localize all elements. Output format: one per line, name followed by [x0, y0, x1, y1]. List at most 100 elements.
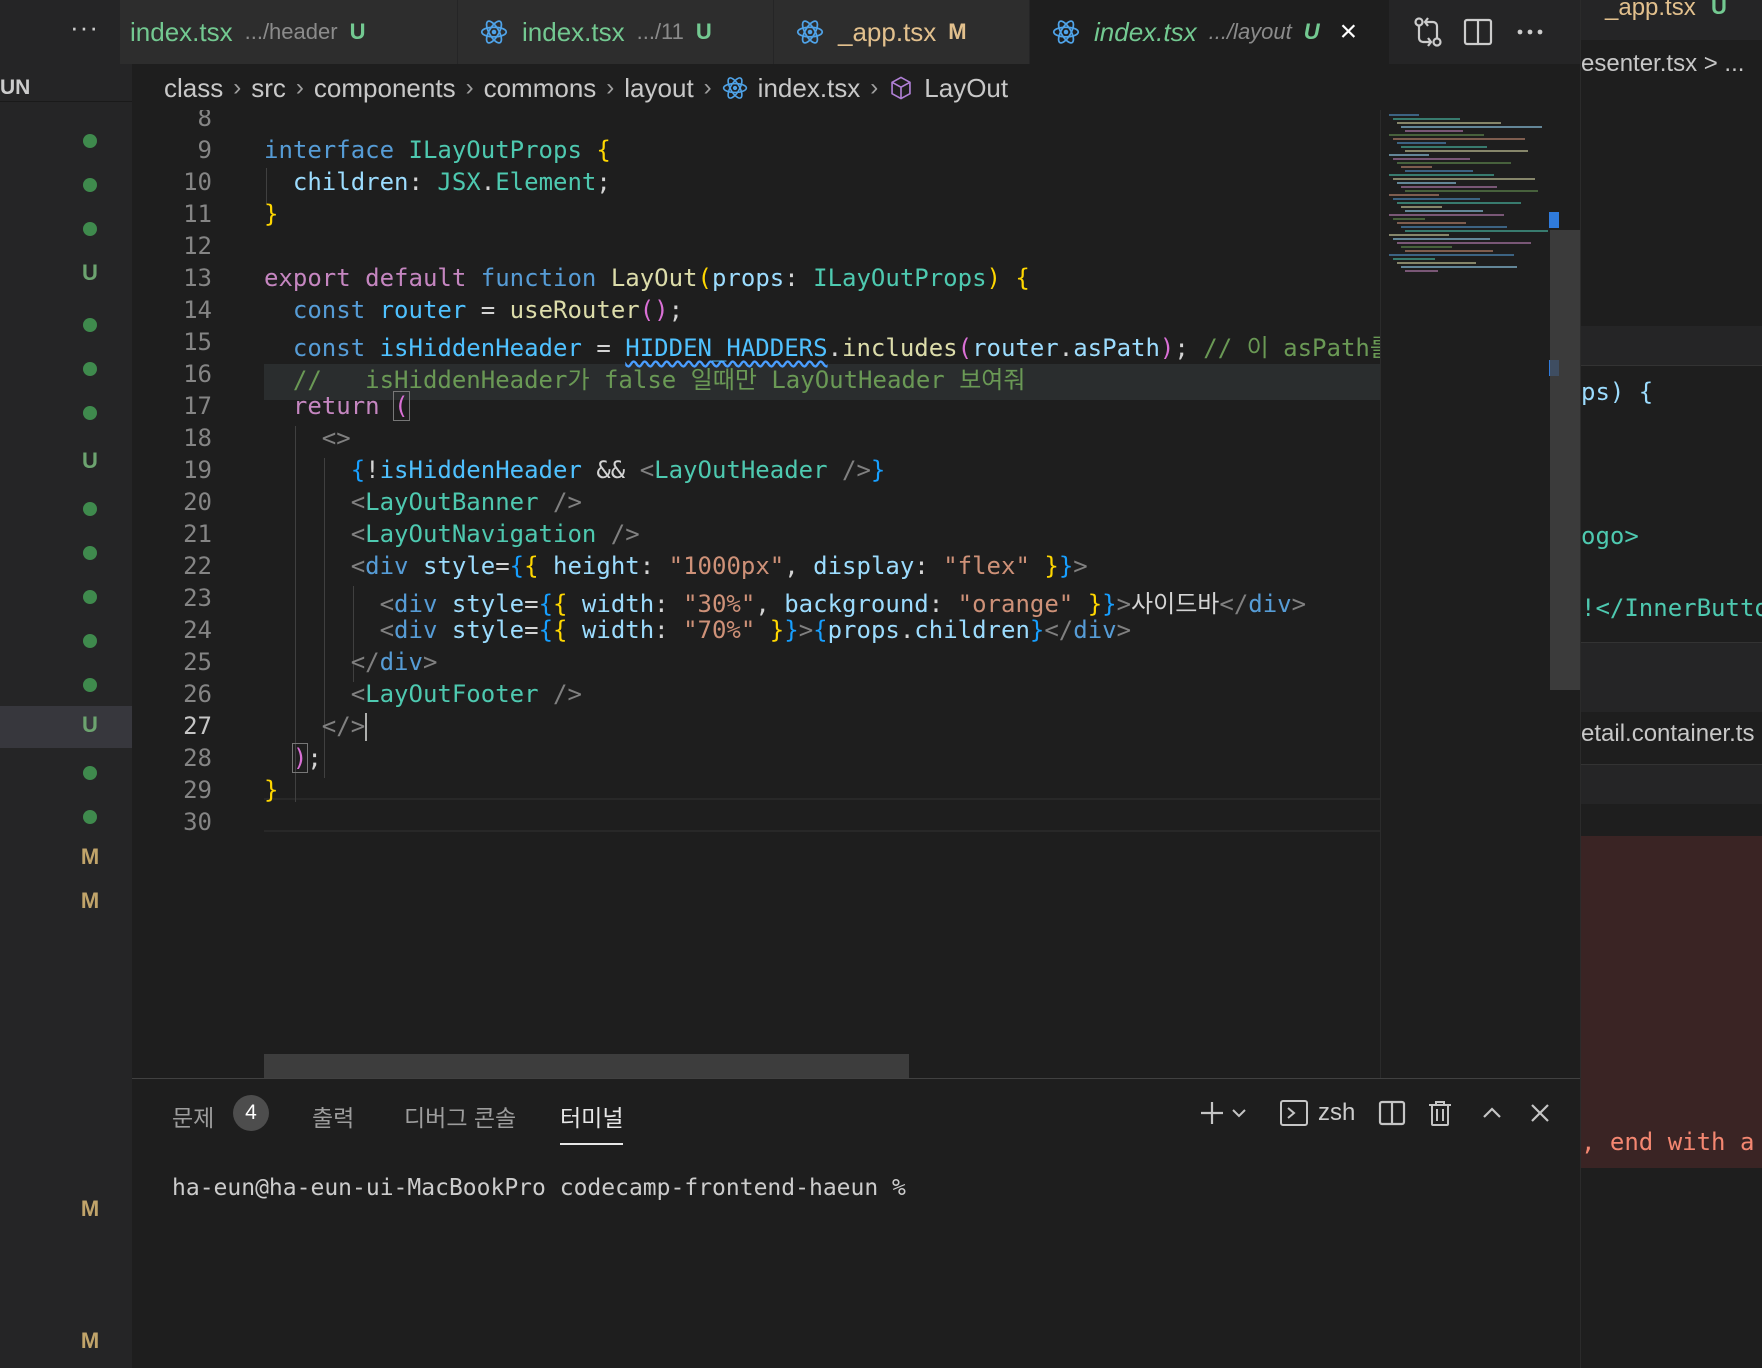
explorer-selected-row[interactable] [0, 706, 132, 748]
git-status-badge: M [80, 1328, 100, 1353]
tab-dir: .../header [244, 19, 338, 44]
line-number: 17 [183, 392, 212, 420]
plus-icon[interactable] [1196, 1097, 1228, 1129]
breadcrumb-item[interactable]: layout [624, 73, 693, 104]
minimap[interactable] [1380, 110, 1559, 1078]
tab-status-badge: U [349, 19, 366, 44]
git-change-dot-icon [83, 590, 97, 604]
text-cursor [365, 713, 368, 741]
minimap-line [1389, 174, 1494, 176]
tab-label: index.tsx [1094, 16, 1197, 47]
chevron-right-icon: › [870, 74, 879, 101]
chevron-up-icon[interactable] [1476, 1097, 1508, 1129]
horizontal-scrollbar[interactable] [264, 1054, 909, 1078]
minimap-line [1393, 118, 1460, 120]
cursor-line-highlight [264, 798, 1380, 832]
close-icon[interactable] [1524, 1097, 1556, 1129]
breadcrumb-item[interactable]: src [251, 73, 286, 104]
peek-breadcrumb[interactable]: esenter.tsx > ... [1581, 50, 1744, 78]
tab-app[interactable]: _app.tsx M [774, 0, 1030, 64]
git-change-dot-icon [83, 134, 97, 148]
panel-tab-problems[interactable]: 문제 [172, 1099, 214, 1133]
git-status-badge: M [80, 888, 100, 913]
minimap-line [1397, 122, 1501, 124]
code-editor[interactable]: 8 9 10 11 12 13 14 15 16 17 18 19 20 21 22 23 24 25 26 27 28… [132, 110, 1380, 1078]
breadcrumb-item[interactable]: components [314, 73, 456, 104]
peek-band [1581, 326, 1762, 366]
breadcrumb-item[interactable]: commons [484, 73, 597, 104]
line-number: 18 [183, 424, 212, 452]
minimap-line [1401, 206, 1442, 208]
chevron-right-icon: › [606, 74, 615, 101]
minimap-line [1397, 262, 1476, 264]
peek-band [1581, 642, 1762, 712]
minimap-line [1393, 238, 1490, 240]
code-line-22: <div style={{ height: "1000px", display:… [350, 552, 1088, 580]
line-number: 29 [183, 776, 212, 804]
line-number: 23 [183, 584, 212, 612]
minimap-line [1405, 230, 1548, 232]
minimap-line [1405, 250, 1493, 252]
panel-tab-debug-console[interactable]: 디버그 콘솔 [404, 1099, 516, 1133]
line-number: 9 [197, 136, 212, 164]
peek-code-line: !</InnerButton [1581, 594, 1762, 622]
tab-status-badge: M [948, 19, 967, 44]
code-line-26: <LayOutFooter /> [350, 680, 582, 708]
code-line-21: <LayOutNavigation /> [350, 520, 640, 548]
tab-label: index.tsx [522, 16, 625, 47]
breadcrumb-item[interactable]: class [164, 73, 223, 104]
minimap-change-marker [1549, 212, 1559, 228]
more-actions-icon[interactable] [1512, 14, 1548, 50]
git-status-badge: U [82, 712, 98, 737]
line-number: 30 [183, 808, 212, 836]
minimap-line [1397, 162, 1511, 164]
git-change-dot-icon [83, 318, 97, 332]
explorer-section-header[interactable]: UN [0, 72, 132, 102]
tab-index-header[interactable]: index.tsx .../header U [120, 0, 458, 64]
line-number: 13 [183, 264, 212, 292]
code-line-18: <> [321, 424, 351, 452]
minimap-line [1389, 234, 1449, 236]
compare-changes-icon[interactable] [1410, 14, 1446, 50]
tab-close-icon[interactable]: × [1340, 15, 1358, 49]
vertical-scrollbar[interactable] [1550, 230, 1580, 690]
minimap-line [1393, 218, 1425, 220]
code-line-19: {!isHiddenHeader && <LayOutHeader />} [350, 456, 886, 484]
git-change-dot-icon [83, 178, 97, 192]
split-editor-icon[interactable] [1460, 14, 1496, 50]
code-line-25: </div> [350, 648, 438, 676]
terminal-prompt[interactable]: ha-eun@ha-eun-ui-MacBookPro codecamp-fro… [172, 1175, 906, 1201]
line-number: 14 [183, 296, 212, 324]
code-line-23: <div style={{ width: "30%", background: … [379, 590, 1307, 618]
line-number: 8 [197, 110, 212, 132]
code-line-20: <LayOutBanner /> [350, 488, 582, 516]
tab-index-11[interactable]: index.tsx .../11 U [458, 0, 774, 64]
peek-tab-label[interactable]: _app.tsx [1605, 0, 1696, 22]
code-line-11: } [264, 200, 279, 228]
minimap-line [1397, 202, 1521, 204]
minimap-line [1389, 254, 1514, 256]
terminal-icon [1280, 1100, 1308, 1126]
git-status-badge: M [80, 1196, 100, 1221]
trash-icon[interactable] [1424, 1097, 1456, 1129]
git-change-dot-icon [83, 546, 97, 560]
chevron-right-icon: › [703, 74, 712, 101]
jsx-text: 사이드바 [1131, 590, 1220, 618]
panel-tab-output[interactable]: 출력 [312, 1099, 354, 1133]
minimap-line [1393, 178, 1535, 180]
chevron-down-icon[interactable] [1230, 1097, 1248, 1129]
minimap-line [1389, 134, 1484, 136]
tab-overflow-more-icon[interactable]: ··· [70, 12, 99, 43]
shell-name[interactable]: zsh [1318, 1099, 1355, 1127]
minimap-line [1401, 226, 1507, 228]
peek-error-area [1581, 836, 1762, 1168]
breadcrumb-item[interactable]: LayOut [924, 73, 1008, 104]
breadcrumb-item[interactable]: index.tsx [758, 73, 861, 104]
editor-tab-bar: ··· index.tsx .../header U index.tsx ...… [0, 0, 1580, 64]
panel-tab-terminal[interactable]: 터미널 [560, 1099, 624, 1145]
minimap-line [1405, 150, 1528, 152]
react-file-icon [480, 20, 508, 44]
tab-index-layout[interactable]: index.tsx .../layout U × [1030, 0, 1390, 64]
peek-file-label[interactable]: etail.container.ts [1581, 720, 1754, 748]
split-terminal-icon[interactable] [1376, 1097, 1408, 1129]
